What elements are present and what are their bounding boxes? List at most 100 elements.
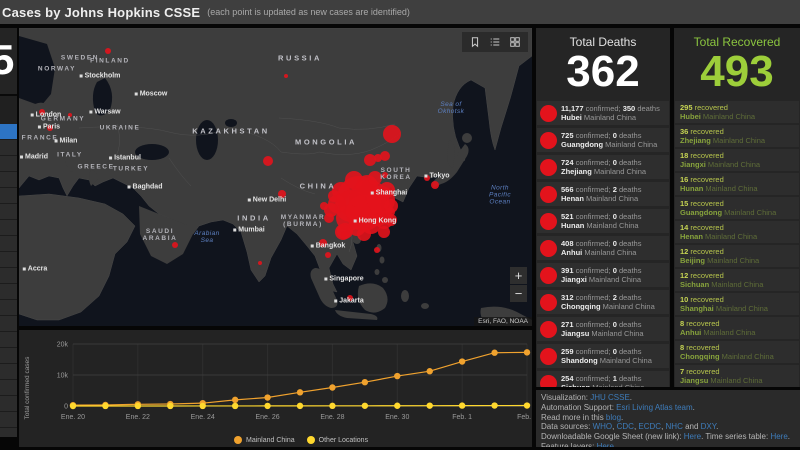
death-list-item[interactable]: 724 confirmed; 0 deathsZhejiang Mainland… (537, 155, 669, 179)
death-list-item[interactable]: 271 confirmed; 0 deathsJiangsu Mainland … (537, 317, 669, 341)
case-cluster-dot[interactable] (368, 171, 382, 185)
data-point[interactable] (264, 403, 270, 409)
data-point[interactable] (459, 358, 465, 364)
zoom-in-button[interactable]: + (510, 267, 527, 284)
confirmed-cases-chart[interactable]: 010k20kEne. 20Ene. 22Ene. 24Ene. 26Ene. … (19, 330, 532, 447)
list-row-cutoff[interactable] (0, 268, 17, 283)
list-row-cutoff[interactable] (0, 252, 17, 267)
case-cluster-dot[interactable] (325, 252, 331, 258)
case-cluster-dot[interactable] (328, 190, 340, 202)
map-panel[interactable]: RUSSIANORWAYSWEDENFINLANDGERMANYUKRAINEF… (19, 28, 532, 326)
legend-icon[interactable] (488, 35, 502, 49)
list-row-cutoff[interactable] (0, 220, 17, 235)
left-panel-cutoff[interactable]: 5 (0, 28, 17, 437)
list-row-cutoff[interactable] (0, 348, 17, 363)
recovered-list-item[interactable]: 12 recoveredBeijing Mainland China (675, 245, 799, 267)
list-row-cutoff[interactable] (0, 140, 17, 155)
data-point[interactable] (200, 403, 206, 409)
case-cluster-dot[interactable] (263, 156, 273, 166)
credits-link[interactable]: WHO (593, 422, 613, 431)
data-point[interactable] (167, 403, 173, 409)
list-row-cutoff[interactable] (0, 284, 17, 299)
list-row-cutoff[interactable] (0, 236, 17, 251)
case-cluster-dot[interactable] (320, 202, 328, 210)
case-cluster-dot[interactable] (374, 154, 382, 162)
case-cluster-dot[interactable] (39, 109, 45, 115)
recovered-list[interactable]: 295 recoveredHubei Mainland China36 reco… (674, 101, 800, 387)
credits-link[interactable]: DXY (701, 422, 716, 431)
case-cluster-dot[interactable] (374, 247, 380, 253)
death-list-item[interactable]: 11,177 confirmed; 350 deathsHubei Mainla… (537, 101, 669, 125)
recovered-list-item[interactable]: 15 recoveredGuangdong Mainland China (675, 197, 799, 219)
basemap-icon[interactable] (508, 35, 522, 49)
case-cluster-dot[interactable] (258, 261, 262, 265)
list-row-cutoff[interactable] (0, 412, 17, 427)
data-point[interactable] (524, 349, 530, 355)
recovered-list-item[interactable]: 12 recoveredSichuan Mainland China (675, 269, 799, 291)
case-cluster-dot[interactable] (431, 181, 439, 189)
case-cluster-dot[interactable] (385, 207, 395, 217)
data-point[interactable] (297, 403, 303, 409)
data-point[interactable] (135, 403, 141, 409)
data-point[interactable] (232, 397, 238, 403)
recovered-list-item[interactable]: 10 recoveredShanghai Mainland China (675, 293, 799, 315)
case-cluster-dot[interactable] (424, 175, 430, 181)
data-point[interactable] (362, 403, 368, 409)
credits-link[interactable]: NHC (666, 422, 683, 431)
case-cluster-dot[interactable] (324, 213, 334, 223)
recovered-list-item[interactable]: 8 recoveredAnhui Mainland China (675, 317, 799, 339)
list-row-cutoff[interactable] (0, 124, 17, 139)
case-cluster-dot[interactable] (382, 172, 388, 178)
data-point[interactable] (329, 384, 335, 390)
list-row-cutoff[interactable] (0, 364, 17, 379)
recovered-list-item[interactable]: 8 recoveredChongqing Mainland China (675, 341, 799, 363)
death-list-item[interactable]: 521 confirmed; 0 deathsHunan Mainland Ch… (537, 209, 669, 233)
death-list-item[interactable]: 391 confirmed; 0 deathsJiangxi Mainland … (537, 263, 669, 287)
case-cluster-dot[interactable] (172, 242, 178, 248)
death-list-item[interactable]: 254 confirmed; 1 deathsSichuan Mainland … (537, 371, 669, 387)
recovered-list-item[interactable]: 16 recoveredHunan Mainland China (675, 173, 799, 195)
legend-item-mainland-china[interactable]: Mainland China (234, 436, 295, 444)
case-cluster-dot[interactable] (341, 231, 349, 239)
credits-link[interactable]: JHU CSSE (590, 393, 630, 402)
data-point[interactable] (491, 350, 497, 356)
world-map[interactable] (19, 28, 532, 326)
list-row-cutoff[interactable] (0, 172, 17, 187)
credits-link[interactable]: Here (770, 432, 787, 441)
data-point[interactable] (524, 402, 530, 408)
data-point[interactable] (70, 403, 76, 409)
list-row-cutoff[interactable] (0, 396, 17, 411)
data-point[interactable] (362, 379, 368, 385)
death-list-item[interactable]: 259 confirmed; 0 deathsShandong Mainland… (537, 344, 669, 368)
death-list-item[interactable]: 312 confirmed; 2 deathsChongqing Mainlan… (537, 290, 669, 314)
case-cluster-dot[interactable] (379, 182, 395, 198)
recovered-list-item[interactable]: 7 recoveredJiangsu Mainland China (675, 365, 799, 387)
death-list-item[interactable]: 566 confirmed; 2 deathsHenan Mainland Ch… (537, 182, 669, 206)
list-row-cutoff[interactable] (0, 332, 17, 347)
list-row-cutoff[interactable] (0, 156, 17, 171)
recovered-list-item[interactable]: 14 recoveredHenan Mainland China (675, 221, 799, 243)
case-cluster-dot[interactable] (378, 226, 390, 238)
list-row-cutoff[interactable] (0, 300, 17, 315)
bookmark-icon[interactable] (468, 35, 482, 49)
case-cluster-dot[interactable] (105, 48, 111, 54)
list-row-cutoff[interactable] (0, 316, 17, 331)
list-row-cutoff[interactable] (0, 188, 17, 203)
case-cluster-dot[interactable] (68, 113, 72, 117)
zoom-out-button[interactable]: − (510, 285, 527, 302)
credits-link[interactable]: ECDC (638, 422, 661, 431)
case-cluster-dot[interactable] (319, 239, 327, 247)
list-row-cutoff[interactable] (0, 204, 17, 219)
credits-link[interactable]: CDC (617, 422, 634, 431)
recovered-list-item[interactable]: 36 recoveredZhejiang Mainland China (675, 125, 799, 147)
case-cluster-dot[interactable] (347, 295, 353, 301)
data-point[interactable] (232, 403, 238, 409)
deaths-list[interactable]: 11,177 confirmed; 350 deathsHubei Mainla… (536, 101, 670, 387)
data-point[interactable] (329, 403, 335, 409)
case-cluster-dot[interactable] (47, 125, 53, 131)
data-point[interactable] (491, 402, 497, 408)
case-cluster-dot[interactable] (357, 227, 371, 241)
case-cluster-dot[interactable] (284, 74, 288, 78)
case-cluster-dot[interactable] (383, 125, 401, 143)
credits-link[interactable]: Esri Living Atlas team (616, 403, 692, 412)
